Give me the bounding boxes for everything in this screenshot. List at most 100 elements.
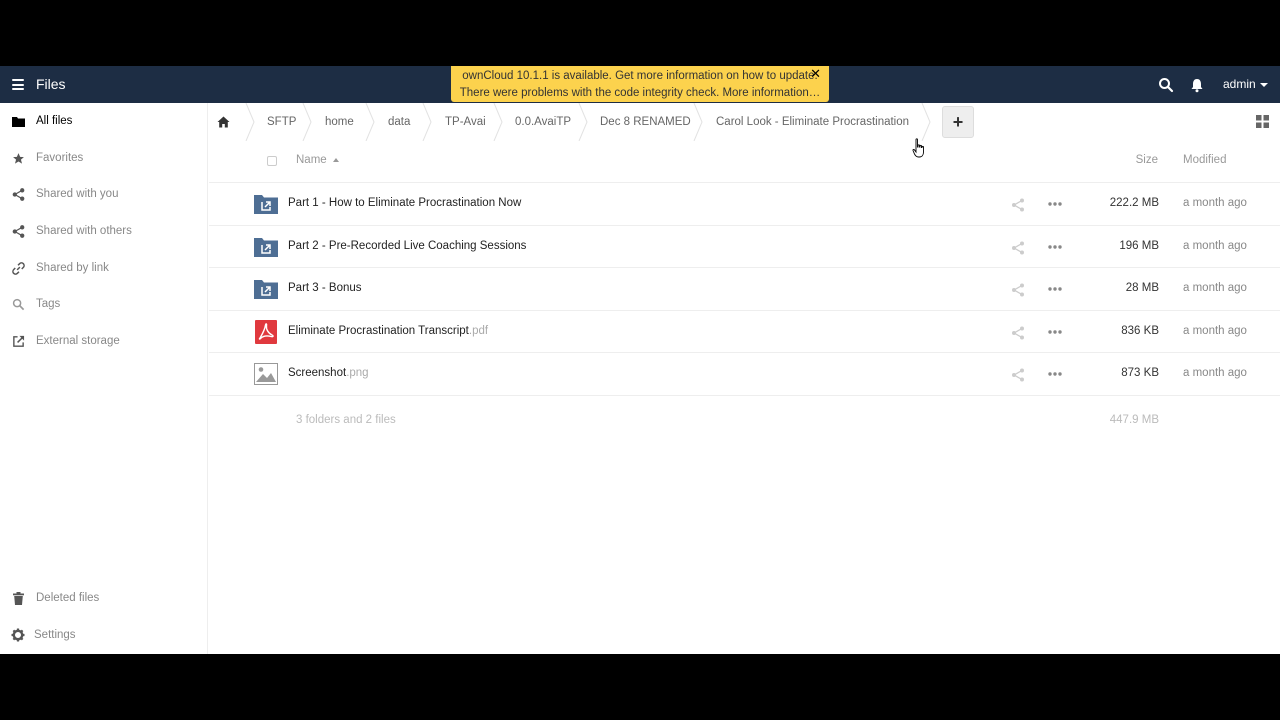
sidebar-item-label: Tags [36, 298, 61, 310]
new-button[interactable]: + [942, 106, 974, 138]
hand-cursor-icon [912, 138, 924, 158]
breadcrumb-separator [365, 103, 375, 141]
close-icon[interactable]: ✕ [810, 66, 821, 83]
share-icon [11, 224, 25, 238]
shared-folder-icon [254, 237, 278, 257]
image-file-icon [254, 363, 278, 386]
link-icon [11, 261, 25, 275]
gear-icon [11, 628, 25, 642]
breadcrumb-current[interactable]: Carol Look - Eliminate Procrastination [716, 103, 909, 141]
sidebar-item-tags[interactable]: Tags [0, 288, 207, 320]
more-options-icon[interactable] [1048, 201, 1062, 207]
more-options-icon[interactable] [1048, 286, 1062, 292]
breadcrumb-separator [693, 103, 703, 141]
file-name[interactable]: Part 3 - Bonus [288, 282, 362, 294]
user-menu[interactable]: admin [1223, 77, 1268, 91]
notification-integrity-link[interactable]: There were problems with the code integr… [451, 85, 829, 102]
file-size: 28 MB [1125, 282, 1159, 295]
table-row[interactable]: Screenshot.png 873 KB a month ago [209, 353, 1280, 396]
external-icon [11, 334, 25, 348]
share-icon [11, 187, 25, 201]
shared-folder-icon [254, 195, 278, 214]
file-name-text: Eliminate Procrastination Transcript [288, 324, 469, 337]
file-extension: .png [346, 367, 369, 380]
more-options-icon[interactable] [1048, 329, 1062, 335]
table-row[interactable]: Part 3 - Bonus 28 MB a month ago [209, 268, 1280, 311]
app-title[interactable]: Files [36, 76, 66, 92]
chevron-down-icon [1259, 82, 1268, 87]
owncloud-app: Files admin ownCloud 10.1.1 is available… [0, 66, 1280, 654]
share-icon[interactable] [1011, 283, 1025, 297]
letterbox-bottom [0, 654, 1280, 720]
file-modified: a month ago [1183, 239, 1247, 252]
breadcrumb-item[interactable]: 0.0.AvaiTP [515, 103, 571, 141]
grid-view-icon[interactable] [1256, 115, 1269, 128]
breadcrumb-item[interactable]: TP-Avai [445, 103, 486, 141]
sidebar-item-settings[interactable]: Settings [0, 619, 207, 651]
update-notification: ownCloud 10.1.1 is available. Get more i… [451, 66, 829, 102]
breadcrumb-item[interactable]: Dec 8 RENAMED [600, 103, 691, 141]
file-size: 222.2 MB [1109, 197, 1159, 209]
file-name[interactable]: Eliminate Procrastination Transcript.pdf [288, 325, 488, 337]
sidebar-item-label: Favorites [36, 152, 84, 164]
table-summary: 3 folders and 2 files 447.9 MB [209, 396, 1280, 446]
breadcrumb-item[interactable]: home [325, 103, 354, 141]
sort-asc-icon [332, 157, 339, 162]
summary-count: 3 folders and 2 files [296, 413, 396, 426]
sidebar-item-external-storage[interactable]: External storage [0, 325, 207, 357]
breadcrumb-separator [302, 103, 312, 141]
breadcrumb-separator [921, 103, 931, 141]
folder-icon [11, 114, 25, 128]
sidebar-item-shared-by-link[interactable]: Shared by link [0, 252, 207, 284]
table-row[interactable]: Part 2 - Pre-Recorded Live Coaching Sess… [209, 226, 1280, 269]
sidebar-item-all-files[interactable]: All files [0, 105, 207, 137]
file-modified: a month ago [1183, 367, 1247, 380]
file-size: 836 KB [1121, 324, 1159, 337]
file-table: Name Size Modified Part 1 - How to Elimi… [209, 141, 1280, 446]
share-icon[interactable] [1011, 241, 1025, 255]
pdf-icon [255, 319, 277, 344]
more-options-icon[interactable] [1048, 371, 1062, 377]
search-icon[interactable] [1158, 77, 1174, 93]
user-name: admin [1223, 77, 1256, 91]
notification-update-link[interactable]: ownCloud 10.1.1 is available. Get more i… [451, 68, 829, 85]
sidebar-item-shared-with-others[interactable]: Shared with others [0, 215, 207, 247]
breadcrumb-item[interactable]: SFTP [267, 103, 296, 141]
sidebar-item-favorites[interactable]: Favorites [0, 142, 207, 174]
file-size: 196 MB [1119, 239, 1159, 252]
file-name-text: Part 1 - How to Eliminate Procrastinatio… [288, 197, 522, 209]
sidebar-item-label: Shared with you [36, 188, 119, 200]
bell-icon[interactable] [1190, 77, 1204, 93]
star-icon [11, 151, 25, 165]
column-header-label: Name [296, 154, 327, 166]
sidebar-item-shared-with-you[interactable]: Shared with you [0, 178, 207, 210]
share-icon[interactable] [1011, 368, 1025, 382]
file-modified: a month ago [1183, 197, 1247, 209]
table-row[interactable]: Eliminate Procrastination Transcript.pdf… [209, 311, 1280, 354]
column-header-name[interactable]: Name [296, 154, 339, 166]
sidebar-item-label: Settings [34, 629, 76, 641]
share-icon[interactable] [1011, 326, 1025, 340]
summary-total-size: 447.9 MB [1109, 413, 1159, 426]
breadcrumb-separator [578, 103, 588, 141]
file-name-text: Screenshot [288, 367, 347, 380]
hamburger-menu-icon[interactable] [12, 79, 24, 90]
breadcrumb-home[interactable] [217, 103, 230, 141]
file-name[interactable]: Part 2 - Pre-Recorded Live Coaching Sess… [288, 240, 526, 252]
sidebar-item-deleted-files[interactable]: Deleted files [0, 582, 207, 614]
column-header-size[interactable]: Size [1136, 154, 1158, 166]
select-all-checkbox[interactable] [267, 156, 277, 166]
file-name-text: Part 2 - Pre-Recorded Live Coaching Sess… [288, 239, 527, 252]
table-row[interactable]: Part 1 - How to Eliminate Procrastinatio… [209, 183, 1280, 226]
file-name[interactable]: Screenshot.png [288, 367, 369, 379]
file-extension: .pdf [468, 324, 489, 337]
sidebar-item-label: Deleted files [36, 592, 100, 604]
breadcrumb: SFTP home data TP-Avai 0.0.AvaiTP Dec 8 … [209, 103, 1280, 141]
sidebar-item-label: All files [36, 115, 73, 127]
share-icon[interactable] [1011, 198, 1025, 212]
file-name[interactable]: Part 1 - How to Eliminate Procrastinatio… [288, 197, 521, 209]
more-options-icon[interactable] [1048, 244, 1062, 250]
breadcrumb-item[interactable]: data [388, 103, 410, 141]
column-header-modified[interactable]: Modified [1183, 154, 1226, 166]
tag-icon [11, 297, 25, 311]
